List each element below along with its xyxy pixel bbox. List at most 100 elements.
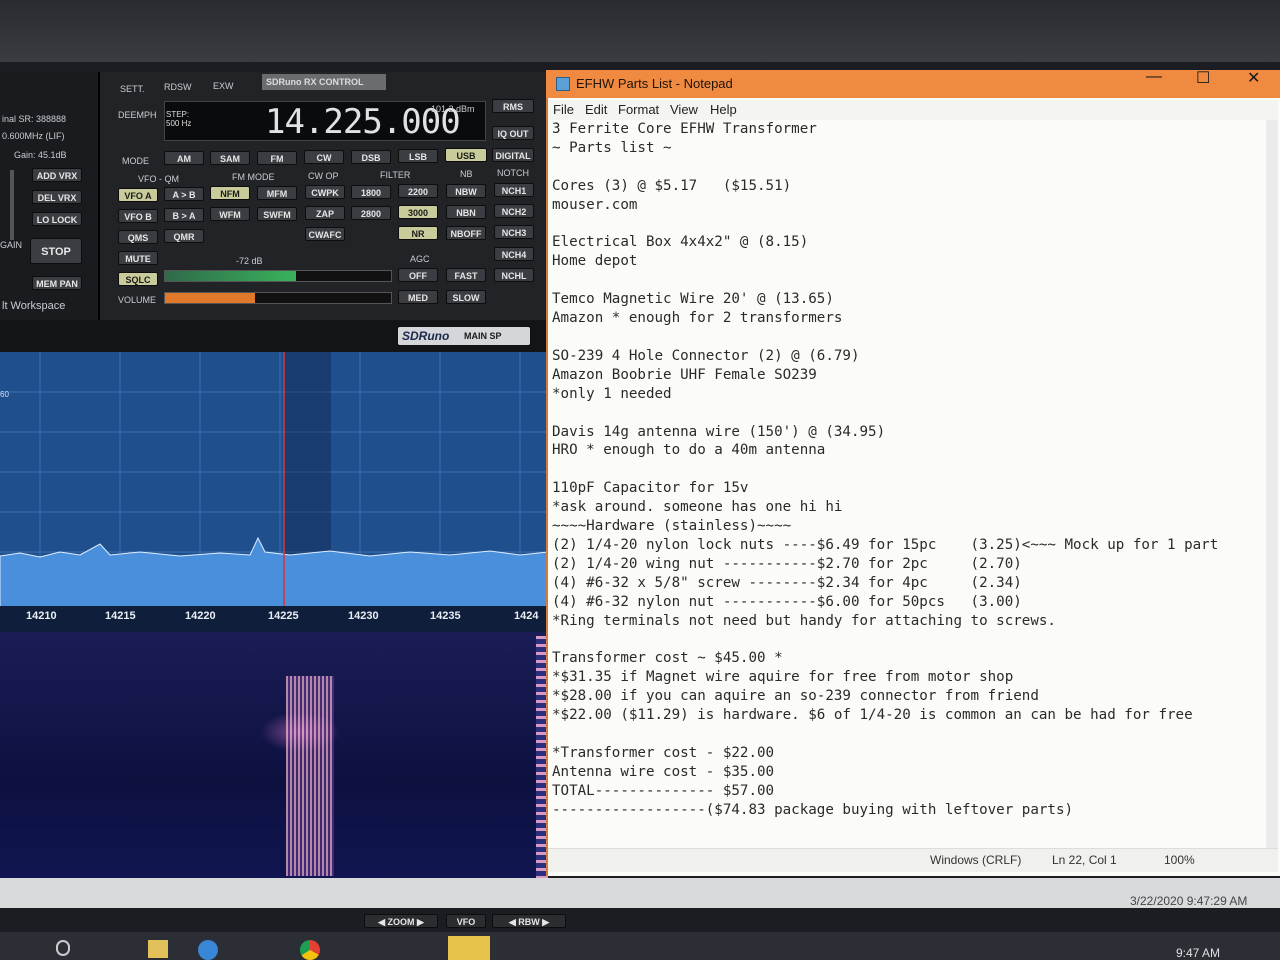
tab-exw[interactable]: EXW	[213, 81, 234, 91]
minimize-icon[interactable]: —	[1146, 68, 1162, 86]
status-position: Ln 22, Col 1	[1052, 853, 1117, 867]
fm-mode-label: FM MODE	[232, 172, 275, 182]
filter-1800-button[interactable]: 1800	[351, 185, 391, 199]
menu-view[interactable]: View	[670, 102, 698, 117]
menu-format[interactable]: Format	[618, 102, 659, 117]
mode-dsb-button[interactable]: DSB	[351, 150, 391, 164]
tab-sett[interactable]: SETT.	[120, 84, 145, 94]
deemph-label: DEEMPH	[118, 110, 157, 120]
scale-tick: 14225	[268, 610, 299, 622]
mem-pan-button[interactable]: MEM PAN	[32, 276, 82, 290]
cw-op-label: CW OP	[308, 171, 339, 181]
main-sp-tab[interactable]: SDRuno MAIN SP	[398, 327, 530, 345]
mute-button[interactable]: MUTE	[118, 251, 158, 265]
spectrum-display[interactable]: 60	[0, 352, 548, 614]
cwpk-button[interactable]: CWPK	[305, 185, 345, 199]
filter-2800-button[interactable]: 2800	[351, 206, 391, 220]
menu-file[interactable]: File	[553, 102, 574, 117]
lif-label: 0.600MHz (LIF)	[2, 131, 65, 141]
zap-button[interactable]: ZAP	[305, 206, 345, 220]
nboff-button[interactable]: NBOFF	[446, 226, 486, 240]
scale-tick: 14210	[26, 610, 57, 622]
taskbar-clock: 9:47 AM	[1176, 946, 1221, 960]
agc-med-button[interactable]: MED	[398, 290, 438, 304]
waterfall-signal	[286, 676, 334, 876]
digital-button[interactable]: DIGITAL	[492, 148, 534, 162]
spectrum-graph	[0, 352, 548, 614]
add-vrx-button[interactable]: ADD VRX	[32, 168, 82, 182]
qmr-button[interactable]: QMR	[164, 229, 204, 243]
filter-3000-button[interactable]: 3000	[398, 205, 438, 219]
file-explorer-icon[interactable]	[148, 940, 168, 958]
notepad-icon	[556, 77, 570, 91]
workspace-label: lt Workspace	[2, 300, 66, 312]
gain-side-label: GAIN	[0, 240, 23, 250]
vfo-b-button[interactable]: VFO B	[118, 209, 158, 223]
mode-am-button[interactable]: AM	[164, 151, 204, 165]
filter-2200-button[interactable]: 2200	[398, 184, 438, 198]
fm-nfm-button[interactable]: NFM	[210, 186, 250, 200]
mode-lsb-button[interactable]: LSB	[398, 149, 438, 163]
nch4-button[interactable]: NCH4	[494, 247, 534, 261]
b-to-a-button[interactable]: B > A	[164, 208, 204, 222]
agc-fast-button[interactable]: FAST	[446, 268, 486, 282]
rbw-control[interactable]: ◀ RBW ▶	[492, 914, 566, 928]
gain-slider[interactable]	[10, 170, 14, 240]
scale-tick: 14230	[348, 610, 379, 622]
lo-lock-button[interactable]: LO LOCK	[32, 212, 82, 226]
scale-tick: 14235	[430, 610, 461, 622]
vfo-a-button[interactable]: VFO A	[118, 188, 158, 202]
notepad-text-area[interactable]: 3 Ferrite Core EFHW Transformer ~ Parts …	[552, 120, 1270, 840]
scale-tick: 14215	[105, 610, 136, 622]
chrome-icon[interactable]	[300, 940, 320, 960]
mode-usb-button[interactable]: USB	[445, 148, 487, 162]
vfo-control[interactable]: VFO	[446, 914, 486, 928]
mode-label: MODE	[122, 156, 149, 166]
step-label: STEP: 500 Hz	[166, 110, 192, 128]
iq-out-button[interactable]: IQ OUT	[492, 126, 534, 140]
rx-control-brand: SDRuno RX CONTROL	[262, 74, 386, 90]
monitor-bezel	[0, 0, 1280, 62]
browser-icon[interactable]	[198, 940, 218, 960]
fm-swfm-button[interactable]: SWFM	[257, 207, 297, 221]
volume-label: VOLUME	[118, 295, 157, 305]
squelch-meter-fill	[165, 271, 297, 281]
tab-rdsw[interactable]: RDSW	[164, 82, 192, 92]
agc-off-button[interactable]: OFF	[398, 268, 438, 282]
nr-button[interactable]: NR	[398, 226, 438, 240]
a-to-b-button[interactable]: A > B	[164, 187, 204, 201]
waterfall-display[interactable]	[0, 632, 548, 882]
qms-button[interactable]: QMS	[118, 230, 158, 244]
sqlc-button[interactable]: SQLC	[118, 272, 158, 286]
fm-wfm-button[interactable]: WFM	[210, 207, 250, 221]
agc-label: AGC	[410, 254, 430, 264]
rms-button[interactable]: RMS	[492, 99, 534, 113]
mode-fm-button[interactable]: FM	[257, 151, 297, 165]
scale-tick: 14220	[185, 610, 216, 622]
agc-slow-button[interactable]: SLOW	[446, 290, 486, 304]
notepad-scrollbar[interactable]	[1266, 120, 1278, 848]
fm-mfm-button[interactable]: MFM	[257, 186, 297, 200]
nbn-button[interactable]: NBN	[446, 205, 486, 219]
cwafc-button[interactable]: CWAFC	[305, 227, 345, 241]
maximize-icon[interactable]: ☐	[1196, 68, 1210, 88]
nch3-button[interactable]: NCH3	[494, 225, 534, 239]
mode-sam-button[interactable]: SAM	[210, 151, 250, 165]
status-eol: Windows (CRLF)	[930, 853, 1022, 867]
close-icon[interactable]: ✕	[1247, 68, 1260, 88]
mode-cw-button[interactable]: CW	[304, 150, 344, 164]
stop-button[interactable]: STOP	[30, 238, 82, 264]
notepad-title: EFHW Parts List - Notepad	[576, 76, 733, 91]
zoom-control[interactable]: ◀ ZOOM ▶	[364, 914, 438, 928]
microphone-icon[interactable]	[56, 940, 70, 956]
nch1-button[interactable]: NCH1	[494, 183, 534, 197]
nchl-button[interactable]: NCHL	[494, 268, 534, 282]
menu-edit[interactable]: Edit	[585, 102, 607, 117]
del-vrx-button[interactable]: DEL VRX	[32, 190, 82, 204]
menu-help[interactable]: Help	[710, 102, 737, 117]
vfo-qm-label: VFO - QM	[138, 174, 179, 184]
notepad-taskbar-icon[interactable]	[448, 936, 490, 960]
main-sp-brand: SDRuno	[402, 329, 450, 343]
nbw-button[interactable]: NBW	[446, 184, 486, 198]
nch2-button[interactable]: NCH2	[494, 204, 534, 218]
